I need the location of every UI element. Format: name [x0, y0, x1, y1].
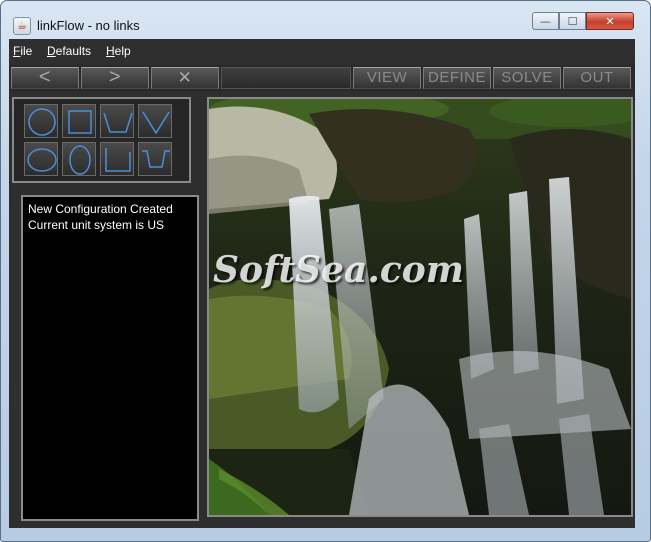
menu-file-label: ile [20, 44, 33, 58]
watermark-text: SoftSea.com [213, 249, 464, 291]
cancel-button[interactable]: ✕ [151, 67, 219, 89]
trapezoid-shape-button[interactable] [100, 104, 134, 138]
oval-shape-button[interactable] [62, 142, 96, 176]
menu-defaults-mnemonic: D [47, 44, 56, 58]
rectangle-shape-button[interactable] [100, 142, 134, 176]
circle-shape-button[interactable] [24, 104, 58, 138]
circle-icon [28, 108, 56, 136]
close-button[interactable]: ✕ [586, 12, 634, 30]
left-panel: New Configuration Created Current unit s… [9, 96, 201, 526]
trapezoid-icon [103, 112, 133, 133]
forward-button[interactable]: > [81, 67, 149, 89]
menu-defaults-label: efaults [55, 44, 92, 58]
title-bar[interactable]: ☕ linkFlow - no links — ☐ ✕ [1, 1, 650, 39]
triangle-icon [142, 111, 170, 135]
ellipse-icon [27, 148, 57, 172]
triangle-shape-button[interactable] [138, 104, 172, 138]
square-icon [68, 110, 92, 134]
back-button[interactable]: < [11, 67, 79, 89]
menu-file[interactable]: File [13, 44, 32, 58]
status-slot [221, 67, 351, 89]
out-button[interactable]: OUT [563, 67, 631, 89]
waterfall-photo [209, 99, 631, 515]
client-area: File Defaults Help < > ✕ VIEW DEFINE SOL… [9, 39, 635, 528]
console-line: Current unit system is US [28, 218, 165, 232]
image-canvas[interactable]: SoftSea.com [207, 97, 633, 517]
minimize-button[interactable]: — [532, 12, 559, 30]
rectangle-icon [105, 148, 131, 172]
oval-icon [69, 145, 91, 175]
menu-help-label: elp [114, 44, 131, 58]
java-app-icon[interactable]: ☕ [13, 17, 31, 35]
toolbar: < > ✕ VIEW DEFINE SOLVE OUT [9, 65, 635, 91]
menu-help-mnemonic: H [106, 44, 115, 58]
menu-defaults[interactable]: Defaults [47, 44, 91, 58]
message-console[interactable]: New Configuration Created Current unit s… [21, 195, 199, 521]
define-button[interactable]: DEFINE [423, 67, 491, 89]
complex-channel-icon [142, 150, 170, 168]
console-line: New Configuration Created [28, 202, 173, 216]
square-shape-button[interactable] [62, 104, 96, 138]
maximize-button[interactable]: ☐ [559, 12, 586, 30]
ellipse-shape-button[interactable] [24, 142, 58, 176]
complex-channel-shape-button[interactable] [138, 142, 172, 176]
solve-button[interactable]: SOLVE [493, 67, 561, 89]
window-title: linkFlow - no links [37, 18, 140, 33]
view-button[interactable]: VIEW [353, 67, 421, 89]
app-window: ☕ linkFlow - no links — ☐ ✕ File Default… [0, 0, 651, 542]
menu-help[interactable]: Help [106, 44, 131, 58]
menu-bar: File Defaults Help [9, 39, 635, 63]
shape-palette [12, 97, 191, 183]
